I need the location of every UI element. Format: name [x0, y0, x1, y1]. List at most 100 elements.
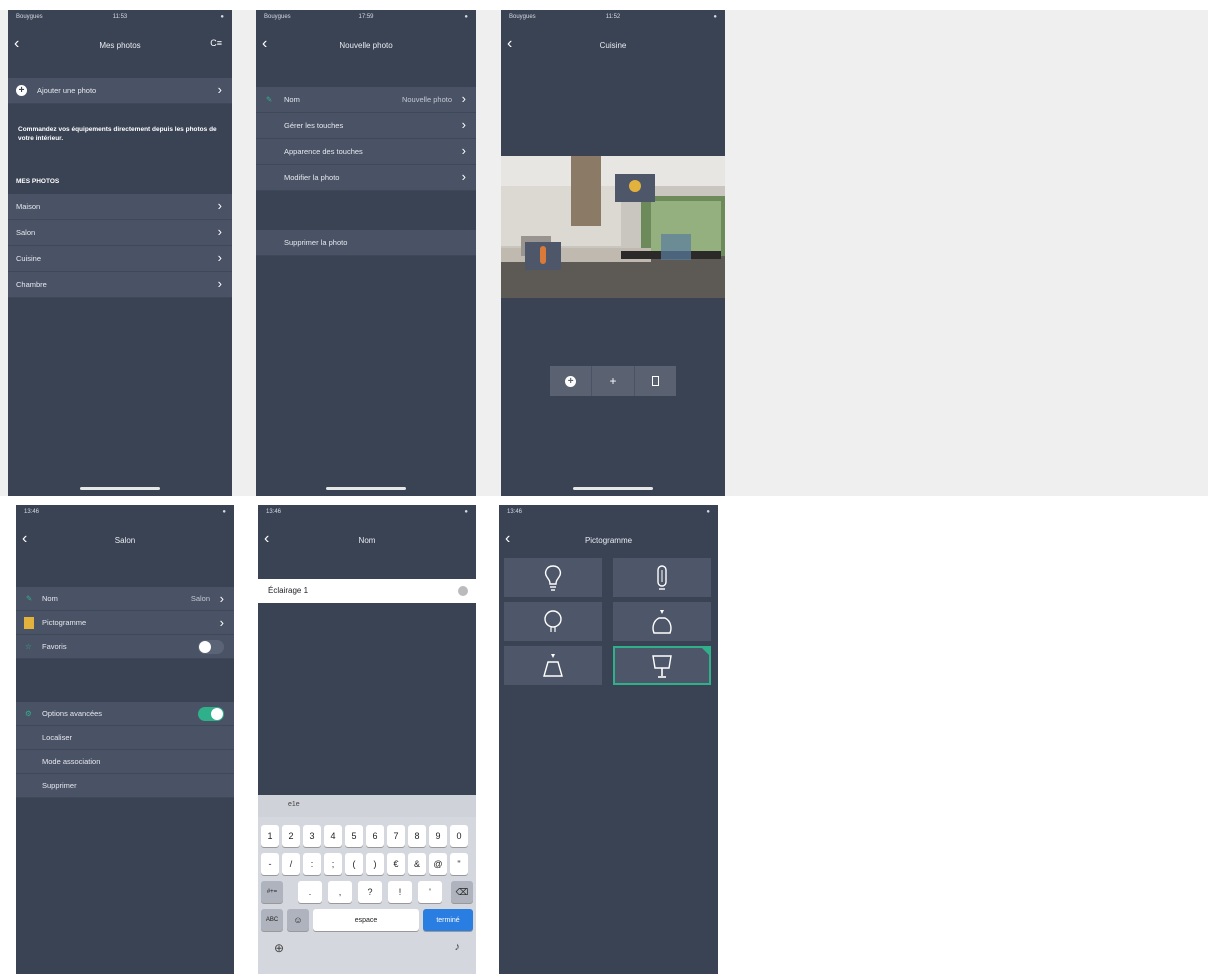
key-1[interactable]: 1 — [261, 825, 279, 847]
back-icon[interactable]: ‹ — [264, 531, 269, 547]
advanced-options-toggle[interactable] — [198, 707, 224, 721]
back-icon[interactable]: ‹ — [262, 36, 267, 52]
back-icon[interactable]: ‹ — [22, 531, 27, 547]
row-label: Localiser — [42, 733, 73, 742]
key-apostrophe[interactable]: ' — [418, 881, 442, 903]
key-euro[interactable]: € — [387, 853, 405, 875]
nav-bar: ‹ Salon — [16, 523, 234, 557]
association-mode-row[interactable]: Mode association — [16, 750, 234, 774]
chevron-right-icon: › — [217, 250, 222, 265]
globe-icon[interactable]: ⊕ — [274, 941, 284, 955]
key-9[interactable]: 9 — [429, 825, 447, 847]
key-paren-close[interactable]: ) — [366, 853, 384, 875]
delete-button[interactable] — [635, 366, 676, 396]
pencil-icon: ✎ — [26, 594, 33, 603]
picto-hanging-lamp[interactable] — [504, 646, 602, 685]
move-cross-icon: + — [609, 374, 617, 388]
add-photo-button[interactable]: + Ajouter une photo › — [8, 78, 232, 104]
row-label: Gérer les touches — [284, 121, 344, 130]
key-8[interactable]: 8 — [408, 825, 426, 847]
suggestion-word[interactable]: e1e — [288, 801, 300, 808]
chevron-right-icon: › — [219, 591, 224, 606]
favorites-toggle[interactable] — [198, 640, 224, 654]
key-6[interactable]: 6 — [366, 825, 384, 847]
back-icon[interactable]: ‹ — [507, 36, 512, 52]
photo-item-cuisine[interactable]: Cuisine › — [8, 246, 232, 272]
photo-item-salon[interactable]: Salon › — [8, 220, 232, 246]
key-quote[interactable]: " — [450, 853, 468, 875]
screen-mes-photos: Bouygues 11:53 ● ‹ Mes photos C≡ + Ajout… — [8, 10, 232, 496]
selected-marker — [701, 647, 710, 656]
space-key[interactable]: espace — [313, 909, 419, 931]
done-key[interactable]: terminé — [423, 909, 473, 931]
picto-bulb[interactable] — [504, 558, 602, 597]
add-circle-icon: + — [16, 85, 27, 96]
edit-icon[interactable]: C≡ — [210, 38, 222, 48]
move-button[interactable]: + — [592, 366, 635, 396]
key-2[interactable]: 2 — [282, 825, 300, 847]
battery-icon: ● — [222, 509, 226, 515]
screen-nom: 13:46 ● ‹ Nom Éclairage 1 e1e 1 2 3 4 5 … — [258, 505, 476, 974]
photo-item-maison[interactable]: Maison › — [8, 194, 232, 220]
status-time: 13:46 — [266, 509, 282, 515]
key-4[interactable]: 4 — [324, 825, 342, 847]
key-7[interactable]: 7 — [387, 825, 405, 847]
add-circle-icon: + — [565, 375, 577, 387]
pictogram-row[interactable]: Pictogramme › — [16, 611, 234, 635]
microphone-icon[interactable]: ♪ — [455, 941, 461, 953]
page-title: Nouvelle photo — [339, 40, 393, 50]
name-row[interactable]: ✎ Nom Nouvelle photo › — [256, 87, 476, 113]
key-dash[interactable]: - — [261, 853, 279, 875]
delete-row[interactable]: Supprimer — [16, 774, 234, 798]
page-title: Pictogramme — [584, 535, 633, 545]
name-input[interactable]: Éclairage 1 — [258, 579, 476, 603]
delete-photo-button[interactable]: Supprimer la photo — [256, 230, 476, 256]
status-bar: 13:46 ● — [16, 505, 234, 519]
manage-keys-row[interactable]: Gérer les touches › — [256, 113, 476, 139]
chevron-right-icon: › — [217, 276, 222, 291]
key-comma[interactable]: , — [328, 881, 352, 903]
key-at[interactable]: @ — [429, 853, 447, 875]
favorites-row: ☆ Favoris — [16, 635, 234, 659]
clear-icon[interactable] — [458, 586, 468, 596]
key-exclaim[interactable]: ! — [388, 881, 412, 903]
locate-row[interactable]: Localiser — [16, 726, 234, 750]
picto-table-lamp-selected[interactable] — [613, 646, 711, 685]
key-colon[interactable]: : — [303, 853, 321, 875]
back-icon[interactable]: ‹ — [14, 36, 19, 52]
key-ampersand[interactable]: & — [408, 853, 426, 875]
row-label: Nom — [284, 95, 300, 104]
back-icon[interactable]: ‹ — [505, 531, 510, 547]
key-appearance-row[interactable]: Apparence des touches › — [256, 139, 476, 165]
key-0[interactable]: 0 — [450, 825, 468, 847]
key-semicolon[interactable]: ; — [324, 853, 342, 875]
backspace-key[interactable]: ⌫ — [451, 881, 473, 903]
edit-photo-row[interactable]: Modifier la photo › — [256, 165, 476, 191]
home-indicator — [326, 487, 406, 490]
add-key-button[interactable]: + — [550, 366, 593, 396]
picto-pendant-lamp[interactable] — [613, 602, 711, 641]
suggestion-bar[interactable]: e1e — [258, 795, 476, 817]
key-slash[interactable]: / — [282, 853, 300, 875]
picto-round-bulb[interactable] — [504, 602, 602, 641]
hanging-lamp-icon — [543, 653, 563, 677]
key-period[interactable]: . — [298, 881, 322, 903]
key-symbols[interactable]: #+= — [261, 881, 283, 903]
chevron-right-icon: › — [219, 615, 224, 630]
emoji-key[interactable]: ☺ — [287, 909, 309, 931]
star-icon: ☆ — [25, 642, 32, 651]
screenshot-canvas: Bouygues 11:53 ● ‹ Mes photos C≡ + Ajout… — [0, 0, 1208, 974]
key-abc[interactable]: ABC — [261, 909, 283, 931]
status-time: 11:52 — [605, 14, 621, 20]
status-time: 11:53 — [112, 14, 128, 20]
row-label: Options avancées — [42, 709, 103, 718]
list-item-label: Cuisine — [16, 254, 42, 263]
picto-tube-bulb[interactable] — [613, 558, 711, 597]
key-paren-open[interactable]: ( — [345, 853, 363, 875]
pendant-lamp-icon — [652, 609, 672, 634]
photo-item-chambre[interactable]: Chambre › — [8, 272, 232, 298]
name-row[interactable]: ✎ Nom Salon › — [16, 587, 234, 611]
key-3[interactable]: 3 — [303, 825, 321, 847]
key-question[interactable]: ? — [358, 881, 382, 903]
key-5[interactable]: 5 — [345, 825, 363, 847]
